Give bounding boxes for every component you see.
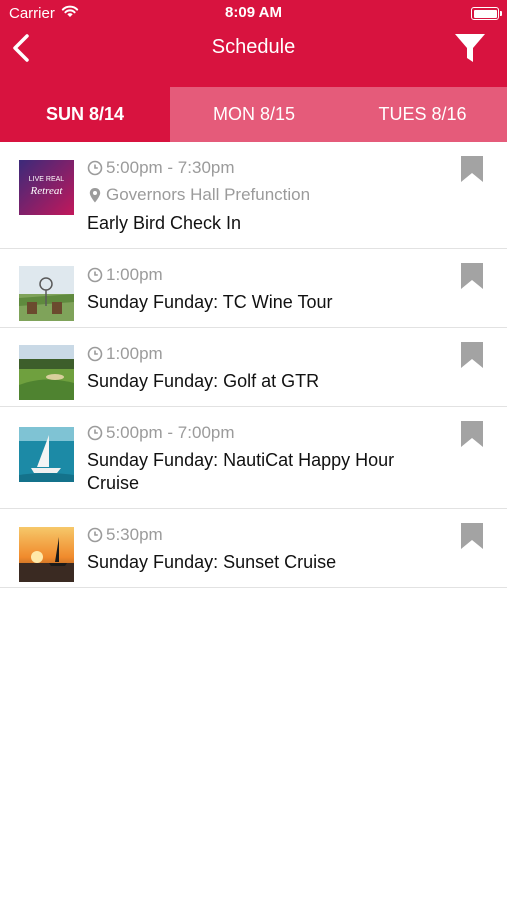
event-time-text: 5:00pm - 7:00pm (106, 423, 235, 442)
event-location-text: Governors Hall Prefunction (106, 185, 311, 204)
catamaran-photo-thumbnail (19, 427, 74, 482)
event-time: 5:00pm - 7:30pm (87, 158, 235, 178)
event-row[interactable]: 5:00pm - 7:00pm Sunday Funday: NautiCat … (0, 407, 507, 509)
sunset-sailboat-photo-thumbnail (19, 527, 74, 582)
event-time: 1:00pm (87, 344, 163, 364)
event-time: 5:00pm - 7:00pm (87, 423, 235, 443)
bookmark-icon[interactable] (461, 263, 483, 289)
tab-mon-8-15[interactable]: MON 8/15 (170, 87, 338, 142)
bookmark-icon[interactable] (461, 342, 483, 368)
status-time: 8:09 AM (225, 4, 282, 21)
location-pin-icon (89, 187, 101, 202)
clock-icon (87, 267, 103, 283)
event-name: Sunday Funday: NautiCat Happy Hour Cruis… (87, 450, 395, 493)
battery-icon (471, 7, 502, 20)
clock-icon (87, 160, 103, 176)
status-bar: Carrier 8:09 AM (0, 0, 507, 28)
event-name: Sunday Funday: TC Wine Tour (87, 292, 333, 312)
golf-course-photo-thumbnail (19, 345, 74, 400)
tab-tues-8-16[interactable]: TUES 8/16 (338, 87, 507, 142)
event-name: Sunday Funday: Sunset Cruise (87, 552, 337, 572)
event-name: Early Bird Check In (87, 213, 242, 233)
event-list: LIVE REAL Retreat 5:00pm - 7:30pm Govern… (0, 142, 507, 588)
bookmark-icon[interactable] (461, 421, 483, 447)
live-unreal-retreat-logo-thumbnail: LIVE REAL Retreat (19, 160, 74, 215)
event-row[interactable]: LIVE REAL Retreat 5:00pm - 7:30pm Govern… (0, 142, 507, 249)
event-location: Governors Hall Prefunction (87, 185, 310, 205)
event-row[interactable]: 5:30pm Sunday Funday: Sunset Cruise (0, 509, 507, 588)
bookmark-icon[interactable] (461, 523, 483, 549)
event-time-text: 5:30pm (106, 525, 163, 544)
event-time-text: 1:00pm (106, 265, 163, 284)
filter-icon[interactable] (453, 31, 487, 65)
wine-tour-photo-thumbnail (19, 266, 74, 321)
page-title: Schedule (211, 36, 296, 58)
event-time-text: 5:00pm - 7:30pm (106, 158, 235, 177)
event-time-text: 1:00pm (106, 344, 163, 363)
clock-icon (87, 346, 103, 362)
top-bar: Carrier 8:09 AM Schedule (0, 0, 507, 87)
clock-icon (87, 425, 103, 441)
event-row[interactable]: 1:00pm Sunday Funday: Golf at GTR (0, 328, 507, 407)
bookmark-icon[interactable] (461, 156, 483, 182)
event-row[interactable]: 1:00pm Sunday Funday: TC Wine Tour (0, 249, 507, 328)
day-tabs: SUN 8/14 MON 8/15 TUES 8/16 (0, 87, 507, 142)
event-time: 1:00pm (87, 265, 163, 285)
clock-icon (87, 527, 103, 543)
logo-top-text: LIVE REAL (29, 176, 65, 183)
event-name: Sunday Funday: Golf at GTR (87, 371, 320, 391)
tab-sun-8-14[interactable]: SUN 8/14 (0, 87, 170, 142)
logo-script-text: Retreat (30, 185, 64, 197)
event-time: 5:30pm (87, 525, 163, 545)
